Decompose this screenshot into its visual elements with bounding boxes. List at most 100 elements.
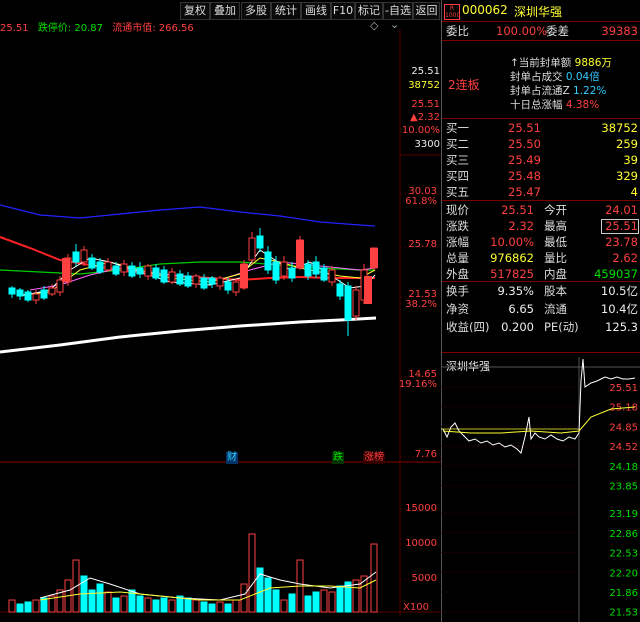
quote-value-a-4: 517825 <box>490 267 534 281</box>
order-row-4: 买五 25.47 4 <box>446 184 638 200</box>
volume-bar-22 <box>184 597 192 613</box>
quote-value-b-4: 459037 <box>594 267 638 281</box>
candle-body-4 <box>40 289 48 299</box>
candle-body-14 <box>120 263 128 273</box>
quote-value-b-2: 23.78 <box>605 235 638 249</box>
candle-body-37 <box>304 263 312 277</box>
toolbar-button-2[interactable]: 多股 <box>241 2 271 20</box>
quote-value-b-3: 2.62 <box>612 251 638 265</box>
seal-label-3: 十日总涨幅 <box>510 99 563 111</box>
candle-body-0 <box>8 287 16 295</box>
candle-body-30 <box>248 237 256 261</box>
seal-row-3: 十日总涨幅 4.38% <box>510 98 638 112</box>
quote-label-b-2: 最低 <box>544 235 567 249</box>
ma120-line <box>0 204 376 227</box>
order-row-3: 买四 25.48 329 <box>446 168 638 184</box>
info-limit-down: 跌停价: 20.87 <box>37 23 104 34</box>
order-label-2: 买三 <box>446 153 469 167</box>
order-label-0: 买一 <box>446 121 469 135</box>
order-price-2: 25.49 <box>508 153 541 167</box>
toolbar-button-6[interactable]: 标记 <box>355 2 383 20</box>
vol-unit: X100 <box>403 602 429 613</box>
quote-label-b-4: 内盘 <box>544 267 567 281</box>
order-vol-2: 39 <box>623 153 638 167</box>
candle-body-17 <box>144 265 152 277</box>
volume-bar-13 <box>112 597 120 613</box>
price-tick-1: 25.78 <box>408 239 437 250</box>
intraday-chart[interactable]: 25.5125.1824.8524.5224.1823.8523.1922.86… <box>441 357 640 622</box>
stock-name: 深圳华强 <box>514 5 563 19</box>
volume-bar-3 <box>32 599 40 613</box>
volume-bar-18 <box>152 599 160 613</box>
mini-tick-8: 22.53 <box>609 549 638 560</box>
volume-bar-23 <box>192 599 200 613</box>
toolbar-button-5[interactable]: F10 <box>331 2 355 20</box>
limit-up-candle-4 <box>364 276 372 304</box>
mini-tick-7: 22.86 <box>609 529 638 540</box>
toolbar-button-1[interactable]: 叠加 <box>210 2 240 20</box>
volume-bar-39 <box>320 589 328 613</box>
candle-body-34 <box>280 261 288 277</box>
weibi-row: 委比 100.00% 委差 39383 <box>446 23 638 39</box>
candle-body-22 <box>184 275 192 287</box>
candle-body-27 <box>224 281 232 291</box>
candle-body-16 <box>136 267 144 275</box>
candle-body-26 <box>216 277 224 287</box>
axis-limit-price: 25.51 <box>411 99 440 110</box>
toolbar-button-8[interactable]: 返回 <box>413 2 440 20</box>
event-marker-1: 跌 <box>332 452 344 464</box>
candle-body-11 <box>96 261 104 273</box>
toolbar-button-4[interactable]: 画线 <box>301 2 331 20</box>
candle-body-41 <box>336 283 344 297</box>
weibi-value: 100.00% <box>496 24 548 38</box>
mini-tick-10: 21.86 <box>609 588 638 599</box>
order-row-0: 买一 25.51 38752 <box>446 120 638 136</box>
weibi-label: 委比 <box>446 24 469 38</box>
quote-label-a-7: 收益(四) <box>446 320 490 334</box>
stock-badge-icon: R 1000 <box>444 4 461 20</box>
candle-body-42 <box>344 285 352 321</box>
quote-label-a-0: 现价 <box>446 203 469 217</box>
volume-bar-45 <box>370 543 378 613</box>
volume-bar-41 <box>336 585 344 613</box>
mini-tick-5: 23.85 <box>609 482 638 493</box>
fib-tick-0: 61.8% <box>405 196 437 207</box>
toolbar-button-3[interactable]: 统计 <box>271 2 301 20</box>
mini-tick-3: 24.52 <box>609 442 638 453</box>
mini-tick-9: 22.20 <box>609 568 638 579</box>
quote-label-b-5: 股本 <box>544 284 567 298</box>
order-price-0: 25.51 <box>508 121 541 135</box>
order-price-3: 25.48 <box>508 169 541 183</box>
quote-label-a-4: 外盘 <box>446 267 469 281</box>
quote-value-b-5: 10.5亿 <box>600 284 638 298</box>
quote-label-a-5: 换手 <box>446 284 469 298</box>
axis-pct: 10.00% <box>401 125 440 136</box>
volume-bar-27 <box>224 603 232 613</box>
vol-tick-0: 15000 <box>405 503 437 514</box>
volume-bar-2 <box>24 601 32 613</box>
mini-tick-11: 21.53 <box>609 608 638 619</box>
vol-tick-2: 5000 <box>411 573 437 584</box>
order-label-4: 买五 <box>446 185 469 199</box>
volume-bar-28 <box>232 599 240 613</box>
vol-tick-1: 10000 <box>405 538 437 549</box>
mini-tick-0: 25.51 <box>609 383 638 394</box>
chart-toolbar: 复权 叠加 多股 统计 画线 F10 标记 -自选 返回 <box>0 0 440 20</box>
info-price: 25.51 <box>0 23 29 34</box>
candle-body-25 <box>208 277 216 285</box>
quote-row-3: 总量 976862 量比 2.62 <box>446 250 638 266</box>
quote-label-b-0: 今开 <box>544 203 567 217</box>
volume-bar-25 <box>208 603 216 613</box>
toolbar-button-0[interactable]: 复权 <box>180 2 210 20</box>
quote-value-a-5: 9.35% <box>497 284 534 298</box>
candle-body-40 <box>328 269 336 283</box>
high-price-highlight <box>601 219 639 234</box>
kline-chart[interactable] <box>0 0 441 622</box>
order-row-2: 买三 25.49 39 <box>446 152 638 168</box>
limit-up-candle-1 <box>240 264 248 288</box>
volume-bar-33 <box>272 589 280 613</box>
seal-value-2: 1.22% <box>569 85 607 97</box>
chevron-down-icon[interactable]: ⌄ <box>390 18 399 31</box>
stock-code: 000062 <box>462 3 508 17</box>
diamond-icon[interactable]: ◇ <box>370 19 378 32</box>
